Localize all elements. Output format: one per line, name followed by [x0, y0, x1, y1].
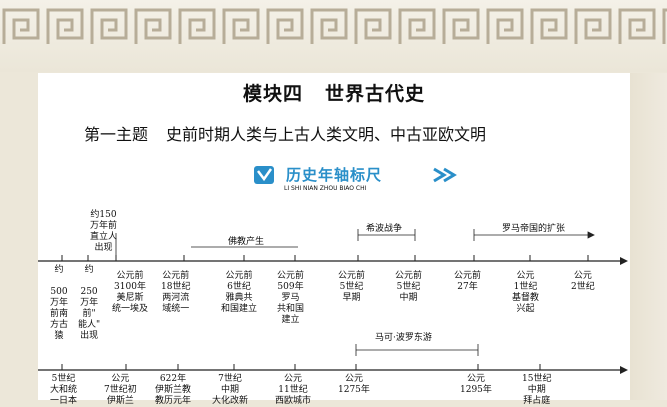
event-homo-erectus: 约150 万年前 直立人 出现 — [90, 210, 118, 253]
event-1275: 公元 1275年 — [338, 374, 370, 395]
event-27-bc: 公元前 27年 — [454, 271, 482, 292]
timeline-axes — [38, 229, 628, 374]
event-roman-republic: 公元前 509年 罗马 共和国 建立 — [277, 271, 305, 325]
span-marco-polo: 马可·波罗东游 — [375, 333, 432, 343]
event-byzantium: 15世纪 中期 拜占庭 — [522, 374, 552, 406]
event-european-cities: 公元 11世纪 西欧城市 — [275, 374, 312, 406]
span-greco-persian-wars: 希波战争 — [366, 224, 403, 234]
event-homo-habilis: 约 250 万年 前" 能人" 出现 — [78, 265, 101, 341]
timeline2-ticks — [61, 364, 541, 370]
event-islam-7th-century: 公元 7世纪初 伊斯兰 — [104, 374, 137, 406]
timeline2-arrow — [620, 366, 628, 374]
right-margin-decoration — [630, 73, 667, 400]
greek-key-border-decoration — [0, 4, 667, 48]
timeline2-span-bracket — [355, 344, 479, 356]
span-buddhism: 佛教产生 — [228, 237, 265, 247]
event-hijri-calendar: 622年 伊斯兰教 教历元年 — [155, 374, 192, 406]
timeline1-ticks — [61, 255, 589, 261]
span-roman-expansion: 罗马帝国的扩张 — [502, 224, 566, 234]
event-1295: 公元 1295年 — [460, 374, 492, 395]
content-panel: 模块四 世界古代史 第一主题 史前时期人类与上古人类文明、中古亚欧文明 历史年轴标尺… — [38, 73, 630, 406]
timeline1-arrow — [620, 257, 628, 265]
event-taika-reform: 7世纪 中期 大化改新 — [212, 374, 249, 406]
event-2nd-century: 公元 2世纪 — [571, 271, 595, 292]
event-christianity: 公元 1世纪 基督教 兴起 — [512, 271, 540, 314]
event-5th-century-mid: 公元前 5世纪 中期 — [395, 271, 423, 303]
event-yamato-unifies-japan: 5世纪 大和统 一日本 — [50, 374, 78, 406]
event-menes-unifies-egypt: 公元前 3100年 美尼斯 统一埃及 — [112, 271, 149, 314]
event-athens-republic: 公元前 6世纪 雅典共 和国建立 — [221, 271, 258, 314]
event-5th-century-early: 公元前 5世纪 早期 — [338, 271, 366, 303]
event-australopithecus: 约 500 万年 前南 方古 猿 — [50, 265, 69, 341]
event-mesopotamia-unified: 公元前 18世纪 两河流 域统一 — [161, 271, 191, 314]
